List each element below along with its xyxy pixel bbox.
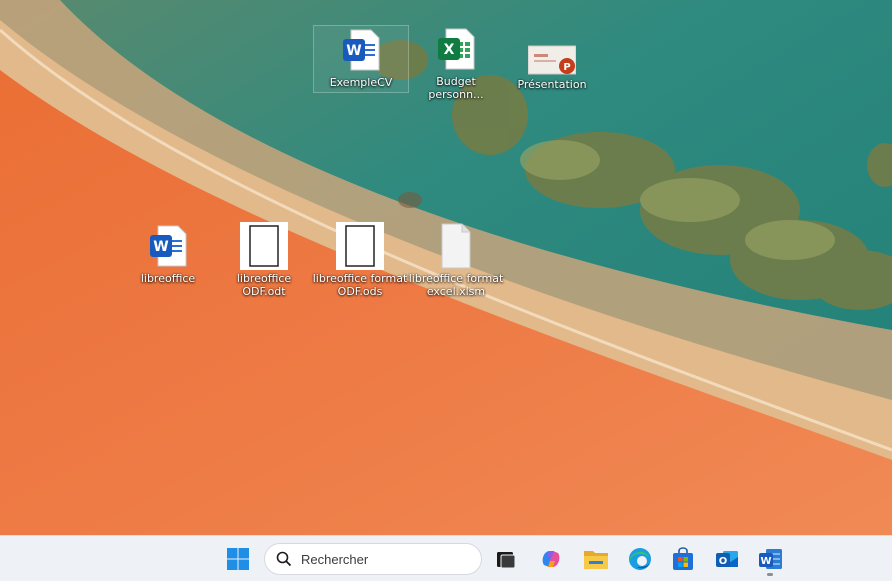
desktop-icon-budget[interactable]: X Budget personn... xyxy=(408,25,504,101)
desktop-icon-libreoffice-xlsm[interactable]: libreoffice format excel.xlsm xyxy=(408,222,504,298)
desktop-icon-label: Budget personn... xyxy=(428,75,484,101)
svg-text:W: W xyxy=(346,43,361,59)
running-app-indicator xyxy=(767,573,773,576)
outlook-icon: O xyxy=(716,551,738,567)
word-document-icon: W xyxy=(337,26,385,74)
desktop-icon-label: libreoffice format excel.xlsm xyxy=(408,272,504,298)
copilot-button[interactable] xyxy=(535,543,567,575)
excel-workbook-icon: X xyxy=(432,25,480,73)
file-explorer-button[interactable] xyxy=(580,543,612,575)
windows-logo-icon xyxy=(227,548,249,570)
desktop-icon-label: libreoffice xyxy=(140,272,196,285)
outlook-button[interactable]: O xyxy=(711,543,743,575)
powerpoint-presentation-icon: P xyxy=(527,36,577,76)
search-icon xyxy=(276,551,292,567)
search-placeholder: Rechercher xyxy=(301,552,369,567)
store-bag-icon xyxy=(673,547,693,570)
taskbar: Rechercher O W xyxy=(0,535,892,581)
desktop-icon-label: ExempleCV xyxy=(329,76,393,89)
task-view-button[interactable] xyxy=(490,543,522,575)
svg-text:O: O xyxy=(719,556,728,567)
desktop-icon-exemplecv[interactable]: W ExempleCV xyxy=(313,25,409,93)
word-button[interactable]: W xyxy=(755,543,787,575)
word-icon: W xyxy=(759,549,782,569)
copilot-icon xyxy=(542,551,560,567)
svg-text:X: X xyxy=(444,42,455,58)
svg-text:W: W xyxy=(760,556,771,567)
blank-document-icon xyxy=(240,222,288,270)
taskbar-search-box[interactable]: Rechercher xyxy=(264,543,482,575)
svg-text:W: W xyxy=(153,239,168,255)
generic-file-icon xyxy=(432,222,480,270)
svg-text:P: P xyxy=(563,62,570,73)
edge-browser-button[interactable] xyxy=(624,543,656,575)
desktop-icon-label: libreoffice ODF.odt xyxy=(236,272,292,298)
task-view-icon xyxy=(497,552,516,569)
desktop-icon-libreoffice-odt[interactable]: libreoffice ODF.odt xyxy=(216,222,312,298)
desktop-icon-presentation[interactable]: P Présentation xyxy=(504,36,600,91)
start-button[interactable] xyxy=(222,543,254,575)
desktop-icon-libreoffice[interactable]: W libreoffice xyxy=(120,222,216,285)
word-document-icon: W xyxy=(144,222,192,270)
edge-icon xyxy=(629,548,651,570)
folder-icon xyxy=(584,551,608,569)
desktop-icon-label: Présentation xyxy=(517,78,587,91)
blank-document-icon xyxy=(336,222,384,270)
microsoft-store-button[interactable] xyxy=(667,543,699,575)
desktop-icon-libreoffice-ods[interactable]: libreoffice format ODF.ods xyxy=(312,222,408,298)
desktop-icon-label: libreoffice format ODF.ods xyxy=(312,272,408,298)
